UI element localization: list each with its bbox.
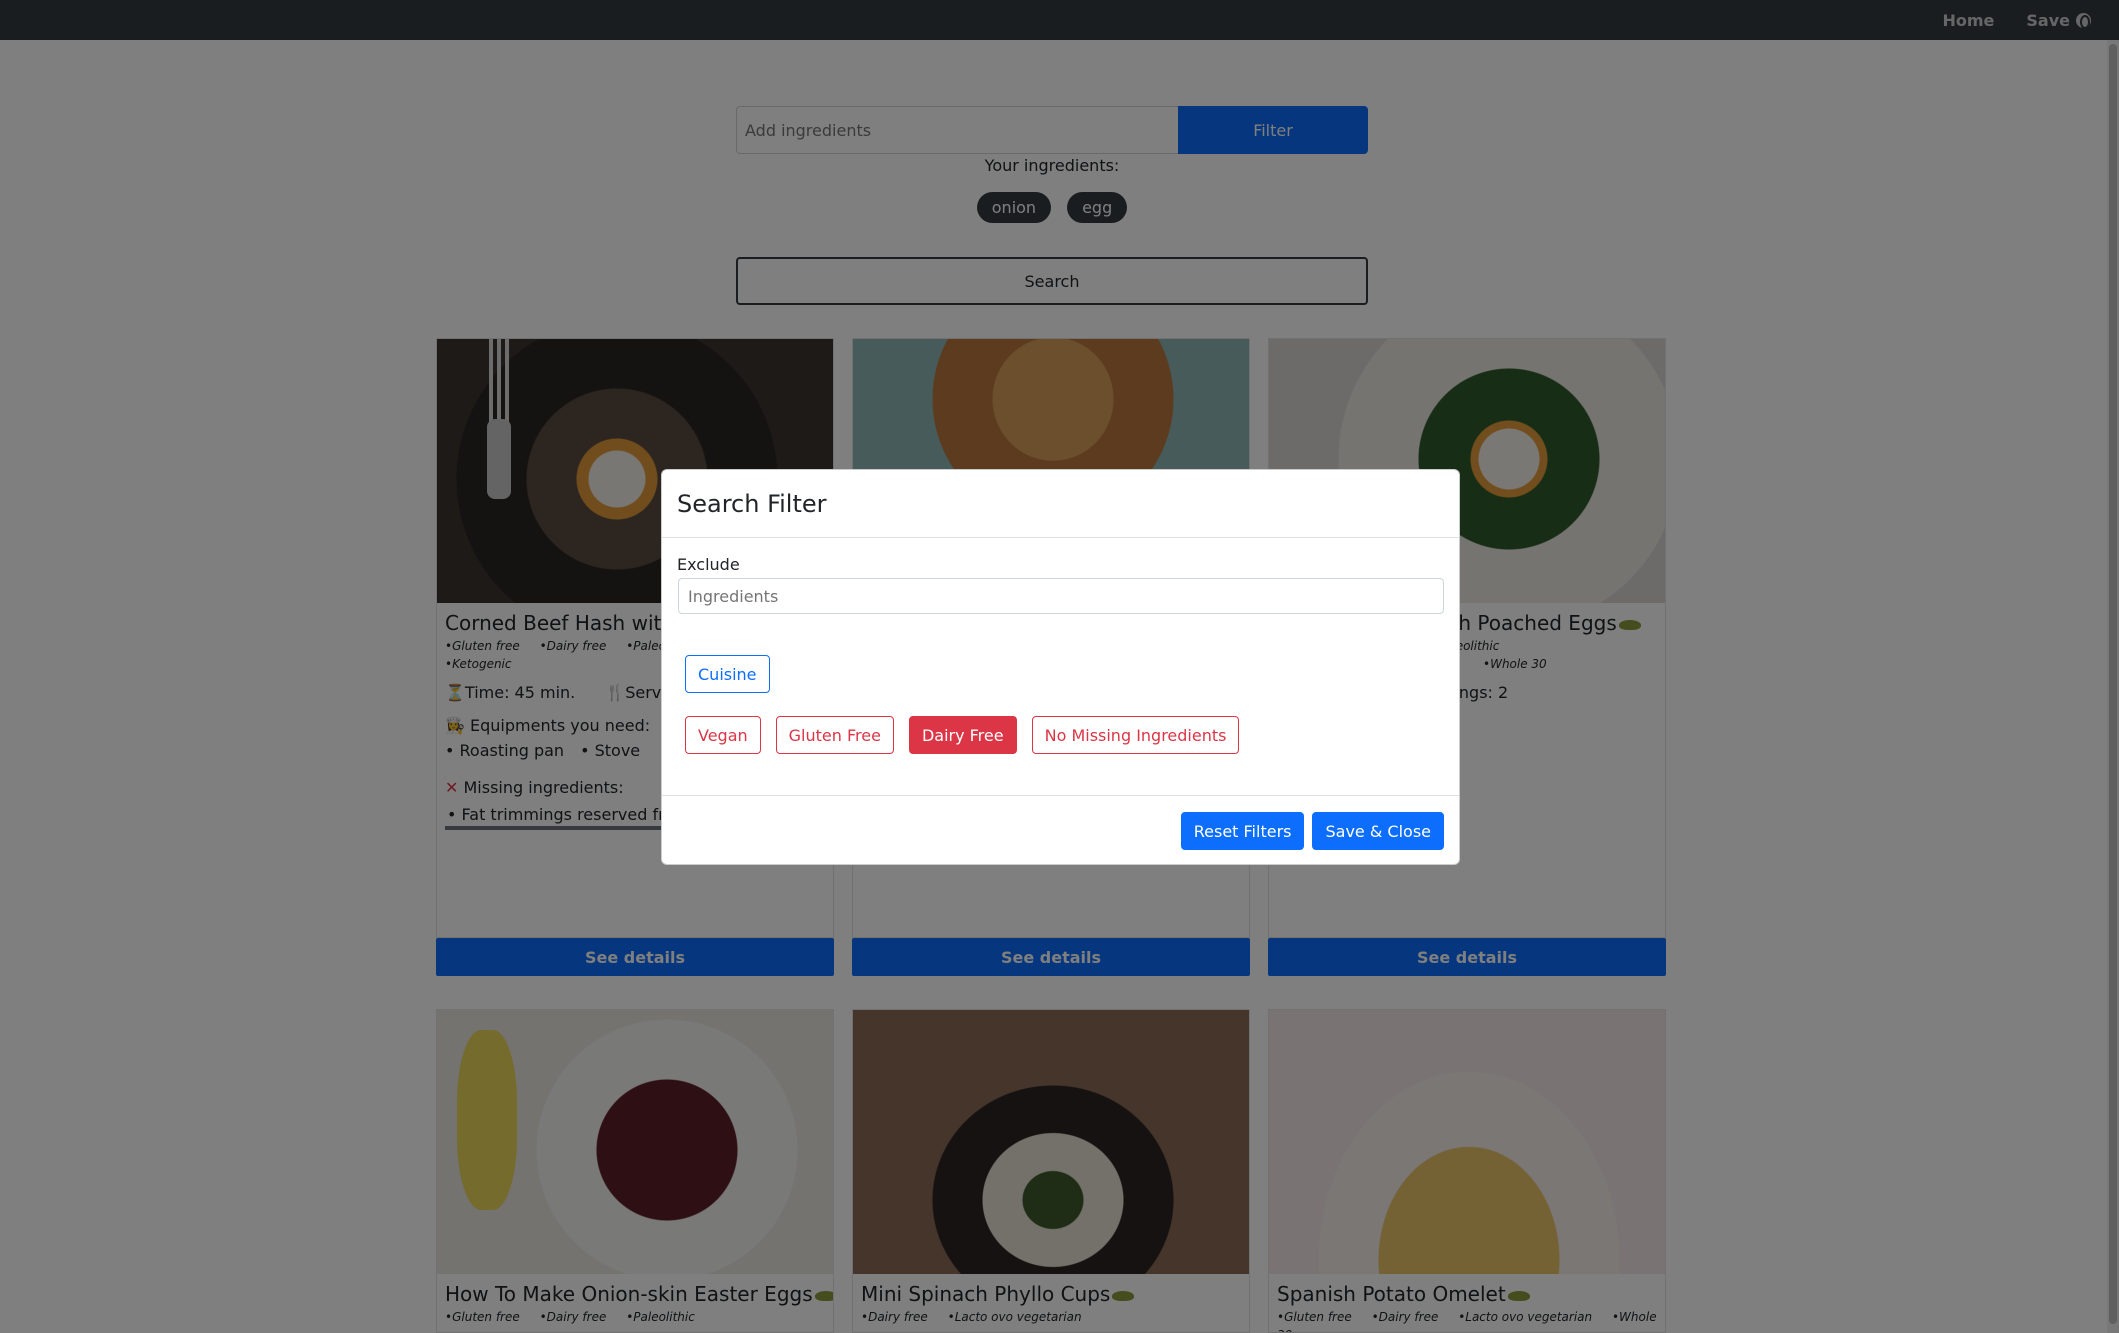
gluten-free-filter-button[interactable]: Gluten Free: [775, 716, 894, 754]
diet-filter-row: Vegan Gluten Free Dairy Free No Missing …: [685, 716, 1240, 754]
vegan-filter-button[interactable]: Vegan: [685, 716, 761, 754]
footer-buttons: Reset Filters Save & Close: [1180, 812, 1444, 850]
modal-footer: Reset Filters Save & Close: [662, 795, 1459, 865]
modal-title: Search Filter: [677, 489, 827, 518]
exclude-label: Exclude: [677, 555, 740, 574]
modal-header: Search Filter: [662, 470, 1459, 538]
no-missing-ingredients-filter-button[interactable]: No Missing Ingredients: [1031, 716, 1240, 754]
search-filter-modal: Search Filter Exclude Cuisine Vegan Glut…: [661, 469, 1460, 865]
save-close-button[interactable]: Save & Close: [1312, 812, 1444, 850]
dairy-free-filter-button[interactable]: Dairy Free: [908, 716, 1017, 754]
reset-filters-button[interactable]: Reset Filters: [1180, 812, 1305, 850]
cuisine-button[interactable]: Cuisine: [685, 655, 770, 693]
modal-body: Exclude: [662, 538, 1459, 796]
exclude-ingredients-input[interactable]: [678, 578, 1444, 614]
